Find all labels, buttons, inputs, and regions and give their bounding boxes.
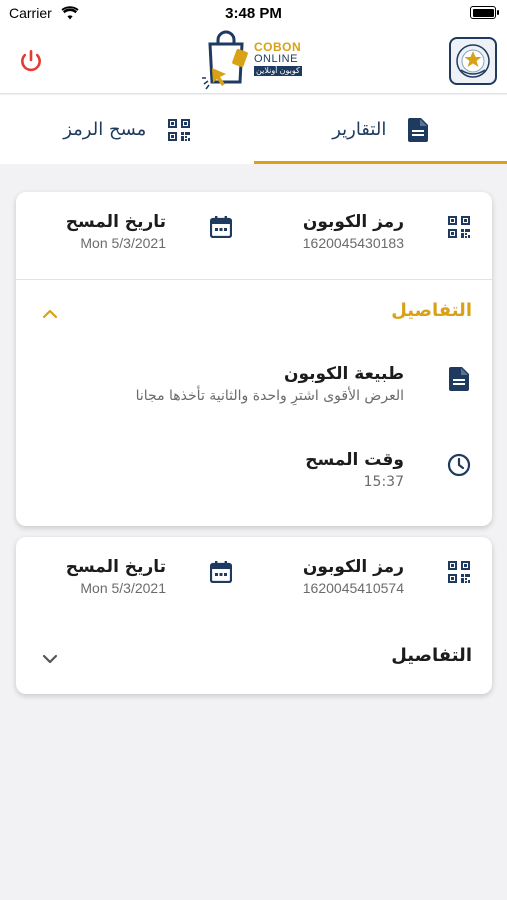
scan-date-label: تاريخ المسح <box>65 212 166 232</box>
scan-date-value: Mon 5/3/2021 <box>80 580 166 596</box>
scan-card: رمز الكوبون 1620045430183 تاريخ المسح Mo… <box>16 192 492 526</box>
logo-line2: ONLINE <box>254 53 298 65</box>
details-label: التفاصيل <box>391 300 472 321</box>
scan-card-header: رمز الكوبون 1620045410574 تاريخ المسح Mo… <box>16 537 492 625</box>
scan-card: رمز الكوبون 1620045410574 تاريخ المسح Mo… <box>16 537 492 694</box>
clock-icon <box>446 452 472 478</box>
clock-time: 3:48 PM <box>225 5 282 22</box>
scan-time-value: 15:37 <box>363 474 404 490</box>
qr-code-icon <box>446 214 472 240</box>
power-icon <box>21 49 41 72</box>
tab-scan-code[interactable]: مسح الرمز <box>0 95 254 164</box>
coupon-code-field: رمز الكوبون 1620045410574 <box>303 557 404 596</box>
chevron-down-icon <box>40 649 60 669</box>
coupon-type-label: طبيعة الكوبون <box>283 364 404 384</box>
organization-emblem[interactable] <box>449 37 497 85</box>
chevron-up-icon <box>40 304 60 324</box>
logout-button[interactable] <box>14 44 48 78</box>
details-toggle[interactable]: التفاصيل <box>16 280 492 346</box>
scan-date-field: تاريخ المسح Mon 5/3/2021 <box>66 212 166 251</box>
scan-card-header: رمز الكوبون 1620045430183 تاريخ المسح Mo… <box>16 192 492 280</box>
scan-date-value: Mon 5/3/2021 <box>80 235 166 251</box>
logo-line3: كوبون أونلاين <box>254 66 302 76</box>
scan-date-field: تاريخ المسح Mon 5/3/2021 <box>66 557 166 596</box>
details-toggle[interactable]: التفاصيل <box>16 625 492 691</box>
coupon-type-value: العرض الأقوى اشترِ واحدة والثانية تأخذها… <box>135 388 404 404</box>
coupon-code-field: رمز الكوبون 1620045430183 <box>303 212 404 251</box>
scan-date-label: تاريخ المسح <box>65 557 166 577</box>
scan-time-item: وقت المسح 15:37 <box>16 432 492 518</box>
calendar-icon <box>208 214 234 240</box>
qr-code-icon <box>446 559 472 585</box>
logo-line1: COBON <box>254 40 302 54</box>
coupon-type-item: طبيعة الكوبون العرض الأقوى اشترِ واحدة و… <box>16 346 492 432</box>
app-logo: COBON ONLINE كوبون أونلاين <box>202 30 306 92</box>
tab-reports-label: التقارير <box>332 119 387 140</box>
coupon-code-value: 1620045430183 <box>302 235 404 251</box>
calendar-icon <box>208 559 234 585</box>
coupon-code-label: رمز الكوبون <box>302 557 404 577</box>
tab-bar: التقارير مسح الرمز <box>0 95 507 164</box>
details-label: التفاصيل <box>391 645 472 666</box>
coupon-code-label: رمز الكوبون <box>302 212 404 232</box>
document-icon <box>408 117 429 142</box>
tab-reports[interactable]: التقارير <box>253 95 507 164</box>
qr-code-icon <box>168 118 191 141</box>
scan-time-label: وقت المسح <box>305 450 404 470</box>
battery-icon <box>470 6 499 19</box>
document-icon <box>446 366 472 392</box>
coupon-code-value: 1620045410574 <box>302 580 404 596</box>
app-header: COBON ONLINE كوبون أونلاين <box>0 28 507 94</box>
shopping-bag-logo-icon <box>202 30 248 90</box>
status-bar: Carrier 3:48 PM <box>0 0 507 28</box>
tab-scan-code-label: مسح الرمز <box>63 119 147 140</box>
emblem-icon <box>456 44 490 78</box>
